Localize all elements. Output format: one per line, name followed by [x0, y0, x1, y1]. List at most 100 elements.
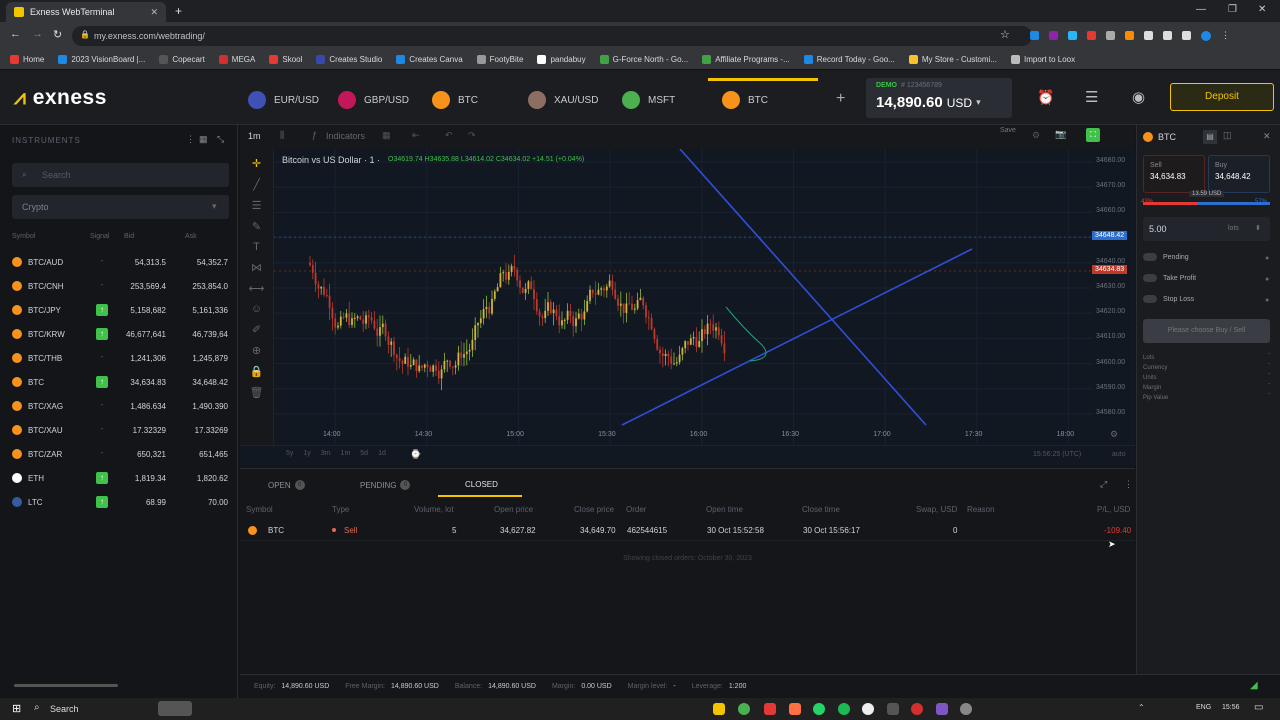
range-button[interactable]: 1m — [341, 450, 351, 457]
bookmark-item[interactable]: pandabuy — [537, 55, 586, 64]
undo-icon[interactable]: ↶ — [445, 130, 453, 141]
stop-loss-toggle-row[interactable]: Stop Loss — [1143, 295, 1194, 303]
price-chart[interactable]: ✛ ╱ ☰ ✎ T ⋈ ⟷ ☺ ✐ ⊕ 🔒 🗑 Bitcoin vs US Do… — [240, 149, 1135, 465]
instrument-row[interactable]: BTC/ZAR - 650,321 651,465 — [0, 442, 238, 466]
extension-icon[interactable] — [1068, 31, 1077, 40]
close-panel-icon[interactable]: ✕ — [1263, 131, 1271, 142]
stop-loss-toggle[interactable] — [1143, 295, 1157, 303]
opera-icon[interactable] — [911, 703, 923, 715]
chrome-icon[interactable] — [738, 703, 750, 715]
instrument-row[interactable]: BTC/KRW ↑ 46,677,641 46,739,64 — [0, 322, 238, 346]
bookmark-item[interactable]: 2023 VisionBoard |... — [58, 55, 145, 64]
profile-icon[interactable]: ◉ — [1132, 88, 1145, 106]
candle-type-icon[interactable]: ⫼ — [280, 130, 284, 141]
drawn-trendline[interactable] — [621, 248, 973, 426]
stepper-icon[interactable]: ⬍ — [1255, 224, 1261, 232]
measure-icon[interactable]: ✐ — [252, 323, 261, 336]
instrument-tab-gbp-usd[interactable]: GBP/USD — [338, 80, 409, 120]
calculator-icon[interactable]: ▤ — [1203, 130, 1217, 144]
crosshair-icon[interactable]: ✛ — [252, 157, 261, 170]
extension-icon[interactable] — [1163, 31, 1172, 40]
bookmark-star-icon[interactable]: ☆ — [1000, 28, 1010, 41]
auto-scale-toggle[interactable]: auto — [1112, 451, 1126, 458]
chart-canvas[interactable] — [274, 149, 1092, 445]
instrument-tab-btc[interactable]: BTC — [432, 80, 478, 120]
range-button[interactable]: 3m — [321, 450, 331, 457]
pending-toggle[interactable] — [1143, 253, 1157, 261]
bookmark-item[interactable]: Creates Studio — [316, 55, 382, 64]
save-button[interactable]: Save — [1000, 127, 1016, 134]
buy-button[interactable]: Buy 34,648.42 — [1208, 155, 1270, 193]
add-tab-icon[interactable]: + — [836, 90, 845, 108]
table-row[interactable] — [240, 521, 1135, 541]
notification-icon[interactable]: ▭ — [1254, 702, 1263, 713]
windows-start-icon[interactable]: ⊞ — [12, 702, 21, 715]
extension-icon[interactable] — [1125, 31, 1134, 40]
one-click-icon[interactable]: ◫ — [1223, 130, 1232, 141]
pending-toggle-row[interactable]: Pending — [1143, 253, 1189, 261]
instrument-row[interactable]: ETH ↑ 1,819.34 1,820.62 — [0, 466, 238, 490]
profile-avatar-icon[interactable] — [1201, 30, 1211, 41]
tab-pending[interactable]: PENDING 0 — [360, 480, 411, 490]
bookmark-item[interactable]: FootyBite — [476, 55, 523, 64]
tab-closed[interactable]: CLOSED — [465, 480, 498, 489]
chart-settings-icon[interactable]: ⚙ — [1110, 429, 1118, 440]
instrument-row[interactable]: BTC/XAU - 17.32329 17.33269 — [0, 418, 238, 442]
close-icon[interactable]: ✕ — [150, 7, 158, 18]
zoom-icon[interactable]: ⊕ — [252, 344, 261, 357]
extension-icon[interactable] — [1106, 31, 1115, 40]
browser-menu-icon[interactable]: ⋮ — [1221, 30, 1230, 41]
range-button[interactable]: 1y — [303, 450, 310, 457]
deposit-button[interactable]: Deposit — [1170, 83, 1274, 111]
info-icon[interactable]: ● — [1265, 297, 1269, 304]
extension-icon[interactable] — [1182, 31, 1191, 40]
instrument-row[interactable]: BTC/AUD - 54,313.5 54,352.7 — [0, 250, 238, 274]
menu-icon[interactable]: ☰ — [1085, 88, 1098, 106]
app-icon[interactable] — [764, 703, 776, 715]
alarm-clock-icon[interactable]: ⏰ — [1037, 89, 1054, 106]
time-axis[interactable]: 14:00 14:30 15:00 15:30 16:00 16:30 17:00 17:30… — [240, 428, 1118, 444]
instrument-tab-btc[interactable]: BTC — [722, 80, 768, 120]
ruler-icon[interactable]: ⟷ — [249, 282, 265, 295]
tab-open[interactable]: OPEN 0 — [268, 480, 305, 490]
app-icon[interactable] — [862, 703, 874, 715]
extension-icon[interactable] — [1030, 31, 1039, 40]
more-icon[interactable]: ⋮ — [186, 134, 195, 145]
trash-icon[interactable]: 🗑 — [250, 386, 264, 399]
trendline-icon[interactable]: ╱ — [253, 178, 260, 191]
app-icon[interactable] — [960, 703, 972, 715]
more-icon[interactable]: ⋮ — [1124, 479, 1133, 490]
templates-icon[interactable]: ▦ — [382, 130, 391, 141]
instrument-tab-msft[interactable]: MSFT — [622, 80, 675, 120]
fullscreen-icon[interactable]: ⛶ — [1086, 128, 1100, 142]
lang-indicator[interactable]: ENG — [1196, 704, 1211, 711]
text-tool-icon[interactable]: T — [253, 241, 260, 253]
bookmark-item[interactable]: G-Force North - Go... — [599, 55, 688, 64]
calendar-icon[interactable]: ⌚ — [410, 449, 421, 460]
lock-tool-icon[interactable]: 🔒 — [250, 365, 264, 378]
restore-icon[interactable]: ❐ — [1228, 4, 1237, 15]
instrument-tab-eur-usd[interactable]: EUR/USD — [248, 80, 319, 120]
new-tab-icon[interactable]: + — [175, 4, 182, 18]
extension-icon[interactable] — [1049, 31, 1058, 40]
sell-button[interactable]: Sell 34,634.83 — [1143, 155, 1205, 193]
pattern-icon[interactable]: ⋈ — [251, 261, 262, 274]
instrument-row[interactable]: BTC/JPY ↑ 5,158,682 5,161,336 — [0, 298, 238, 322]
bookmark-item[interactable]: Affiliate Programs -... — [702, 55, 790, 64]
bookmark-item[interactable]: My Store - Customi... — [908, 55, 997, 64]
take-profit-toggle[interactable] — [1143, 274, 1157, 282]
instrument-row[interactable]: BTC/THB - 1,241,306 1,245,879 — [0, 346, 238, 370]
app-icon[interactable] — [887, 703, 899, 715]
bookmark-item[interactable]: Copecart — [159, 55, 205, 64]
tray-chevron-icon[interactable]: ⌃ — [1138, 703, 1145, 712]
range-button[interactable]: 1d — [378, 450, 386, 457]
drawn-brush-stroke[interactable] — [725, 306, 767, 362]
place-order-button[interactable]: Please choose Buy / Sell — [1143, 319, 1270, 343]
spotify-icon[interactable] — [838, 703, 850, 715]
expand-icon[interactable]: ⤢ — [1100, 479, 1107, 490]
instrument-row[interactable]: BTC ↑ 34,634.83 34,648.42 — [0, 370, 238, 394]
redo-icon[interactable]: ↷ — [468, 130, 476, 141]
brush-icon[interactable]: ✎ — [252, 220, 261, 233]
category-select[interactable]: Crypto — [12, 195, 229, 219]
screenshot-icon[interactable]: 📷 — [1055, 129, 1066, 140]
